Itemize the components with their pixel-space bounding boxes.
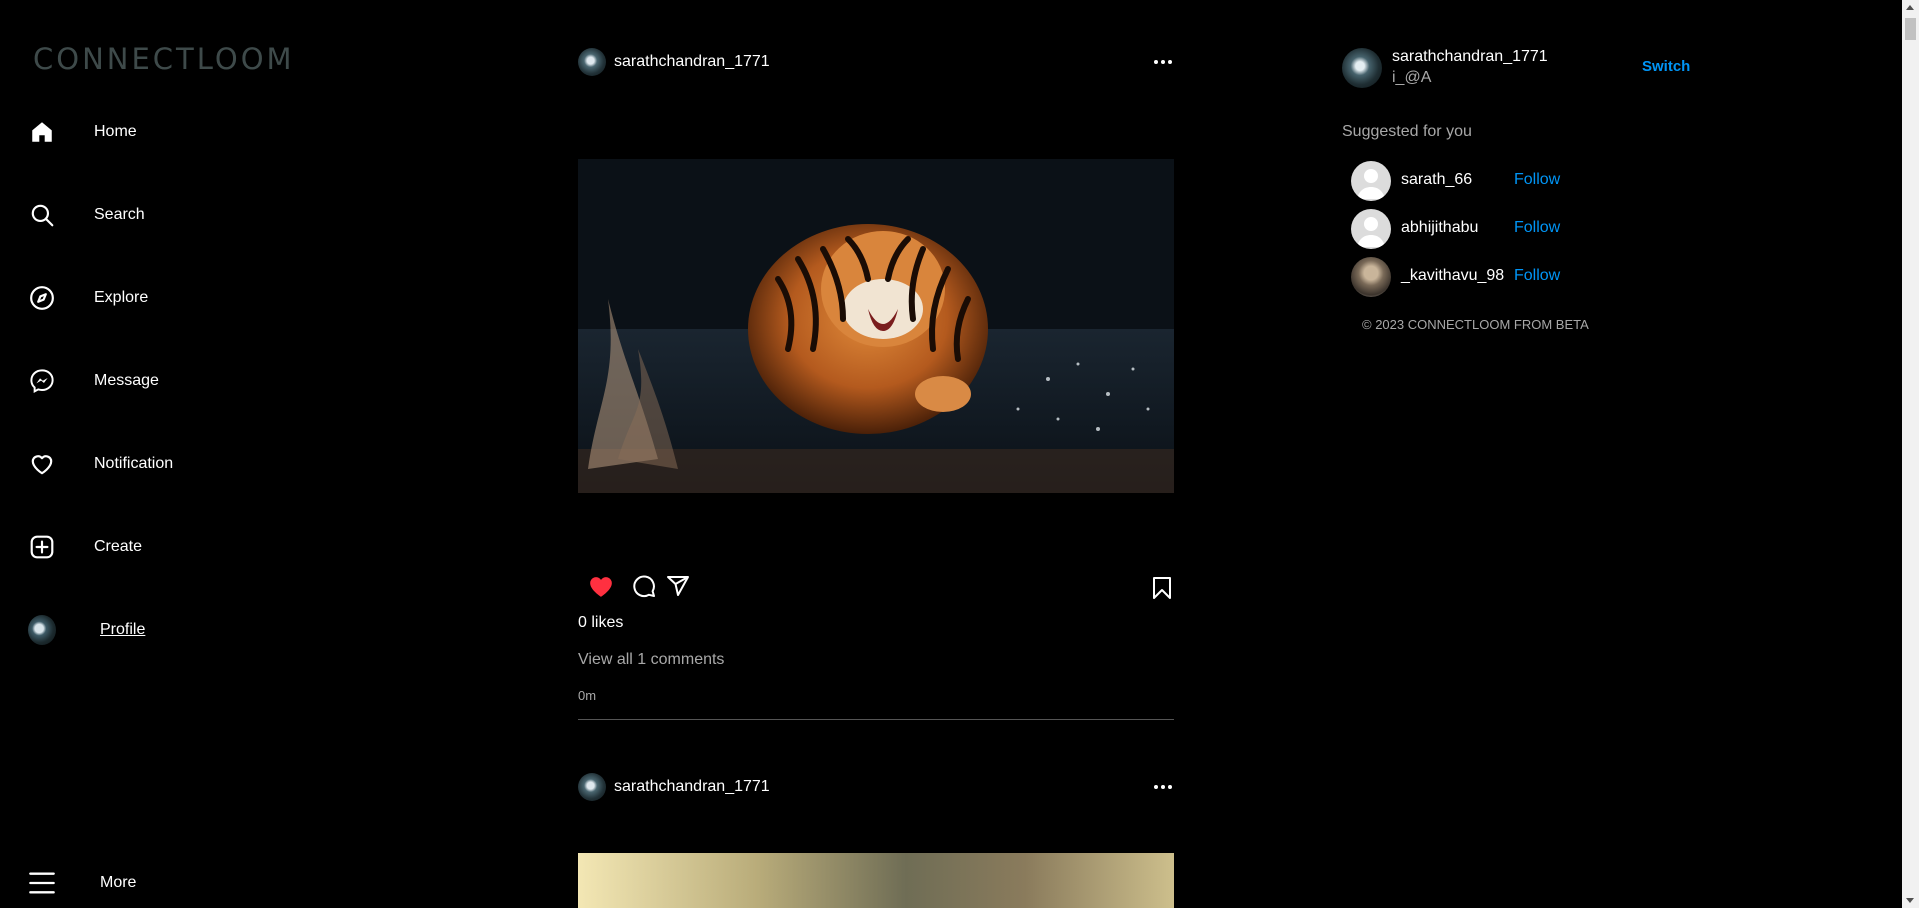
suggestion-username[interactable]: sarath_66	[1401, 171, 1472, 189]
sidebar-item-notification[interactable]: Notification	[28, 444, 173, 484]
post-username[interactable]: sarathchandran_1771	[614, 53, 770, 71]
suggestion-item: _kavithavu_98 Follow	[1351, 257, 1591, 297]
sidebar-item-message[interactable]: Message	[28, 361, 159, 401]
likes-count[interactable]: 0 likes	[578, 614, 623, 632]
sidebar-item-label: Profile	[100, 621, 146, 638]
avatar	[28, 615, 56, 645]
avatar[interactable]	[578, 48, 606, 76]
sidebar-item-label: Explore	[94, 289, 149, 306]
avatar[interactable]	[1351, 257, 1391, 297]
bookmark-icon[interactable]	[1152, 576, 1172, 605]
post-divider	[578, 719, 1174, 720]
avatar[interactable]	[1342, 48, 1382, 88]
messenger-icon	[28, 367, 56, 395]
suggestion-username[interactable]: abhijithabu	[1401, 219, 1478, 237]
share-icon[interactable]	[666, 574, 690, 603]
post-header: sarathchandran_1771	[578, 771, 1174, 803]
post-image[interactable]	[578, 853, 1174, 908]
current-user-subtitle: i_@A	[1392, 69, 1432, 86]
like-heart-icon[interactable]	[588, 574, 614, 603]
scroll-up-icon[interactable]	[1906, 5, 1914, 10]
plus-square-icon	[28, 533, 56, 561]
sidebar-item-label: Notification	[94, 455, 174, 472]
suggested-title: Suggested for you	[1342, 123, 1472, 140]
switch-account-button[interactable]: Switch	[1642, 58, 1690, 75]
sidebar-item-label: Create	[94, 538, 143, 555]
search-icon	[28, 201, 56, 229]
current-username[interactable]: sarathchandran_1771	[1392, 48, 1548, 66]
follow-button[interactable]: Follow	[1514, 171, 1560, 189]
copyright-text: © 2023 CONNECTLOOM FROM BETA	[1362, 317, 1589, 332]
follow-button[interactable]: Follow	[1514, 267, 1560, 285]
app-logo[interactable]: CONNECTLOOM	[33, 42, 295, 76]
current-user: sarathchandran_1771 i_@A Switch	[1342, 46, 1692, 90]
post-time: 0m	[578, 688, 597, 703]
post-header: sarathchandran_1771	[578, 46, 1174, 78]
suggestion-item: sarath_66 Follow	[1351, 161, 1591, 201]
sidebar-item-search[interactable]: Search	[28, 195, 145, 235]
more-label: More	[100, 874, 137, 891]
compass-icon	[28, 284, 56, 312]
more-options-icon[interactable]	[1152, 52, 1174, 72]
sidebar-item-label: Home	[94, 123, 137, 140]
avatar[interactable]	[578, 773, 606, 801]
suggestion-username[interactable]: _kavithavu_98	[1401, 267, 1504, 285]
sidebar: CONNECTLOOM Home Search Explore Message …	[0, 0, 330, 908]
home-icon	[28, 118, 56, 146]
post-image[interactable]	[578, 159, 1174, 493]
menu-icon	[28, 869, 56, 897]
avatar[interactable]	[1351, 161, 1391, 201]
avatar[interactable]	[1351, 209, 1391, 249]
heart-icon	[28, 450, 56, 478]
sidebar-item-explore[interactable]: Explore	[28, 278, 148, 318]
scroll-thumb[interactable]	[1905, 18, 1916, 40]
sidebar-item-profile[interactable]: Profile	[28, 610, 145, 650]
sidebar-item-label: Search	[94, 206, 145, 223]
page-scrollbar[interactable]	[1902, 0, 1919, 908]
sidebar-item-home[interactable]: Home	[28, 112, 137, 152]
tiger-photo	[578, 159, 1174, 493]
scroll-down-icon[interactable]	[1906, 898, 1914, 903]
view-comments-link[interactable]: View all 1 comments	[578, 651, 724, 669]
sidebar-item-label: Message	[94, 372, 159, 389]
post-actions	[578, 572, 1174, 602]
follow-button[interactable]: Follow	[1514, 219, 1560, 237]
more-options-icon[interactable]	[1152, 777, 1174, 797]
comment-icon[interactable]	[632, 574, 656, 603]
post-username[interactable]: sarathchandran_1771	[614, 778, 770, 796]
sidebar-item-more[interactable]: More	[28, 863, 136, 903]
suggestion-item: abhijithabu Follow	[1351, 209, 1591, 249]
sidebar-item-create[interactable]: Create	[28, 527, 142, 567]
